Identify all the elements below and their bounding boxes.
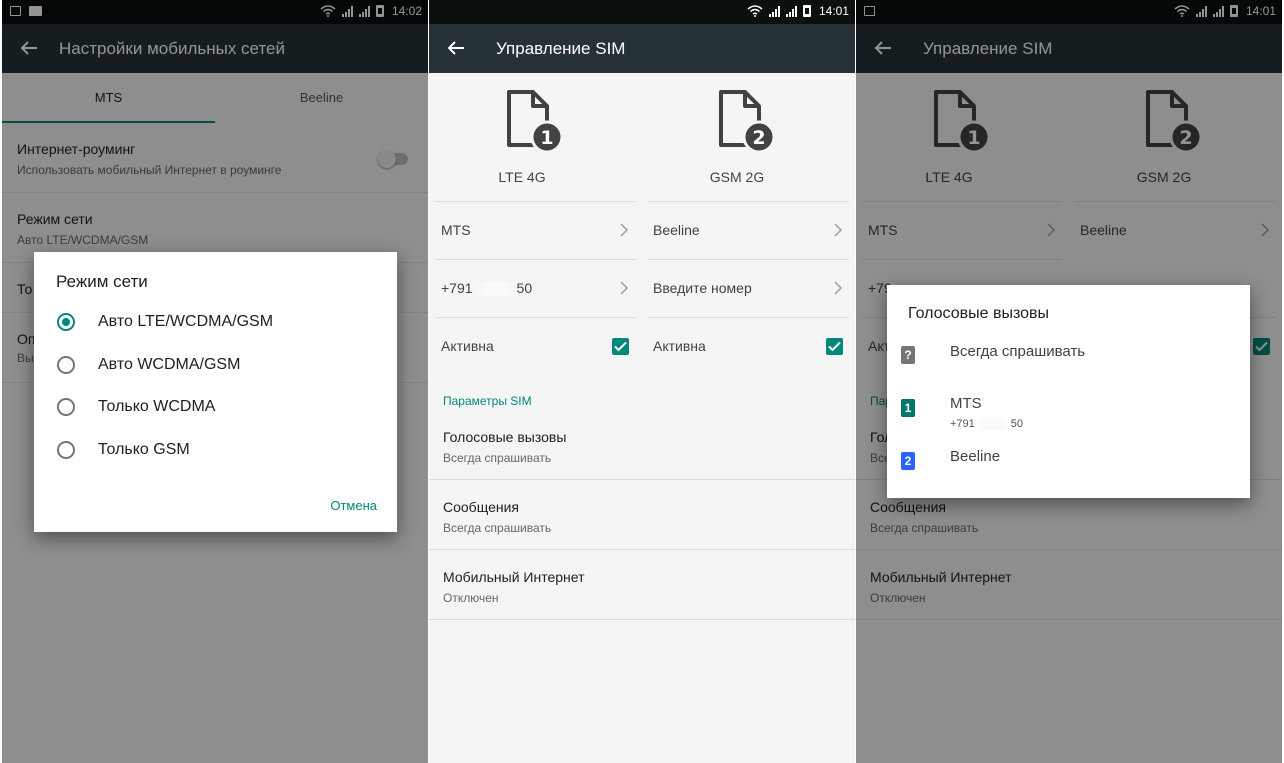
messages-title: Сообщения: [443, 499, 519, 515]
sim2-phone-placeholder: Введите номер: [653, 280, 752, 296]
sim1-operator-row[interactable]: MTS: [435, 201, 635, 259]
sim1-operator: MTS: [441, 222, 471, 238]
chevron-right-icon: [834, 281, 843, 295]
clock: 14:01: [818, 4, 849, 18]
option-label: Авто LTE/WCDMA/GSM: [98, 313, 274, 330]
option-label: MTS: [950, 395, 982, 412]
chevron-right-icon: [834, 223, 843, 237]
messages-subtitle: Всегда спрашивать: [443, 521, 552, 535]
sim-badge-1: 1: [540, 127, 553, 149]
sim2-active-row[interactable]: Активна: [647, 317, 849, 365]
option-auto-wcdma[interactable]: Авто WCDMA/GSM: [34, 345, 397, 385]
mobile-internet-row[interactable]: Мобильный Интернет Отключен: [429, 550, 855, 620]
sim2-active-checkbox[interactable]: [826, 338, 843, 355]
dialog-title: Голосовые вызовы: [908, 305, 1050, 322]
sim1-active-checkbox[interactable]: [612, 338, 629, 355]
screen-sim-management-voice-dialog: 14:01 Управление SIM 1 LTE 4G 2 GSM 2G M…: [856, 0, 1282, 763]
signal-sim2-icon: [785, 5, 797, 17]
option-label: Авто WCDMA/GSM: [98, 356, 241, 373]
voice-calls-dialog: Голосовые вызовы ? Всегда спрашивать 1 M…: [887, 285, 1250, 498]
toolbar: Управление SIM: [429, 24, 855, 73]
back-arrow-icon[interactable]: [445, 37, 467, 59]
screen-sim-management: 14:01 Управление SIM 1 LTE 4G 2 GSM 2G M…: [429, 0, 855, 763]
radio-icon[interactable]: [57, 398, 75, 416]
sim1-phone: +791 50: [441, 280, 533, 297]
redacted-digits: [472, 282, 517, 297]
messages-row[interactable]: Сообщения Всегда спрашивать: [429, 480, 855, 550]
page-title: Управление SIM: [496, 39, 626, 58]
battery-icon: [802, 5, 811, 17]
sim1-active-row[interactable]: Активна: [435, 317, 635, 365]
voice-calls-title: Голосовые вызовы: [443, 429, 567, 445]
sim-card-1-icon[interactable]: 1: [503, 89, 563, 153]
sim1-badge-icon: 1: [901, 399, 915, 417]
cancel-button[interactable]: Отмена: [330, 498, 377, 513]
radio-icon[interactable]: [57, 356, 75, 374]
section-header-sim-params: Параметры SIM: [443, 394, 532, 408]
option-label: Beeline: [950, 448, 1001, 465]
option-label: Только WCDMA: [98, 398, 216, 415]
sim1-phone-row[interactable]: +791 50: [435, 259, 635, 317]
sim-management-content: 1 LTE 4G 2 GSM 2G MTS Beeline +791 50 Вве…: [429, 73, 855, 763]
sim1-network: LTE 4G: [498, 169, 546, 185]
sim1-active-label: Активна: [441, 338, 494, 354]
radio-icon[interactable]: [57, 441, 75, 459]
option-label: Только GSM: [98, 441, 190, 458]
question-sim-icon: ?: [901, 346, 915, 364]
sim2-operator: Beeline: [653, 222, 700, 238]
mobile-internet-subtitle: Отключен: [443, 591, 499, 605]
sim2-operator-row[interactable]: Beeline: [647, 201, 849, 259]
sim2-badge-icon: 2: [901, 452, 915, 470]
option-phone: +791 50: [950, 418, 1024, 430]
status-bar: 14:01: [429, 0, 855, 24]
chevron-right-icon: [620, 281, 629, 295]
radio-selected-icon[interactable]: [57, 313, 75, 331]
sim2-network: GSM 2G: [709, 169, 765, 185]
sim-badge-2: 2: [752, 127, 765, 149]
voice-calls-row[interactable]: Голосовые вызовы Всегда спрашивать: [429, 410, 855, 480]
screen-network-settings: 14:02 Настройки мобильных сетей MTS Beel…: [2, 0, 428, 763]
option-auto-lte[interactable]: Авто LTE/WCDMA/GSM: [34, 302, 397, 342]
sim-card-2-icon[interactable]: 2: [715, 89, 775, 153]
wifi-icon: [747, 5, 763, 17]
redacted-digits: [974, 418, 1011, 430]
option-wcdma-only[interactable]: Только WCDMA: [34, 387, 397, 427]
mobile-internet-title: Мобильный Интернет: [443, 569, 585, 585]
dialog-title: Режим сети: [56, 272, 148, 291]
option-gsm-only[interactable]: Только GSM: [34, 430, 397, 470]
voice-calls-subtitle: Всегда спрашивать: [443, 451, 552, 465]
sim2-phone-row[interactable]: Введите номер: [647, 259, 849, 317]
option-label: Всегда спрашивать: [950, 343, 1086, 360]
sim2-active-label: Активна: [653, 338, 706, 354]
network-mode-dialog: Режим сети Авто LTE/WCDMA/GSM Авто WCDMA…: [34, 252, 397, 532]
chevron-right-icon: [620, 223, 629, 237]
signal-sim1-icon: [768, 5, 780, 17]
